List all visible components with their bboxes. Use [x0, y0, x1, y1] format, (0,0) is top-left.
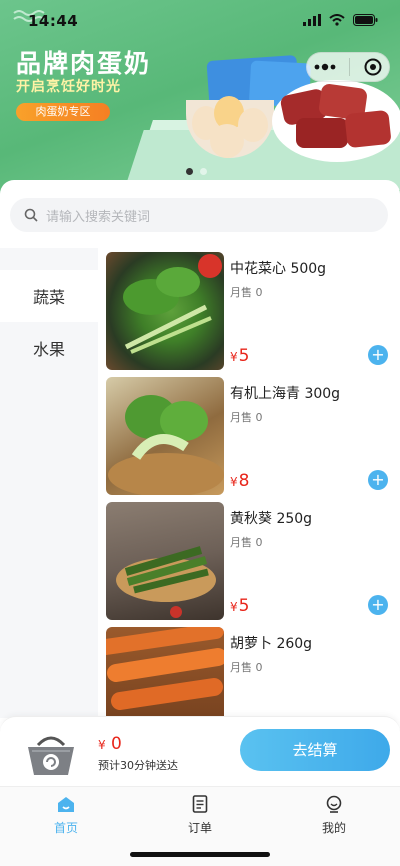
cart-total: ¥ 0 [98, 734, 122, 754]
product-item[interactable]: 中花菜心 500g 月售 0 ¥5 + [106, 252, 396, 377]
status-bar: 14:44 [0, 0, 400, 40]
meat-image [296, 118, 348, 148]
tab-label: 首页 [53, 821, 78, 835]
wifi-icon [329, 14, 345, 26]
product-item[interactable]: 有机上海青 300g 月售 0 ¥8 + [106, 377, 396, 502]
price-value: 8 [238, 471, 250, 491]
banner-subtitle: 开启烹饪好时光 [16, 79, 121, 95]
product-sales: 月售 0 [230, 411, 263, 424]
tab-profile[interactable]: 我的 [294, 795, 374, 836]
price-value: 5 [238, 346, 250, 366]
egg-image [210, 124, 244, 158]
delivery-eta: 预计30分钟送达 [98, 759, 178, 772]
capsule-divider [349, 58, 351, 76]
cart-basket-icon[interactable] [22, 731, 80, 779]
battery-icon [353, 14, 378, 26]
promo-tag-button[interactable]: 肉蛋奶专区 [16, 103, 110, 121]
banner-title: 品牌肉蛋奶 [16, 49, 152, 78]
add-to-cart-button[interactable]: + [368, 595, 388, 615]
tab-home[interactable]: 首页 [26, 795, 106, 836]
product-price: ¥8 [230, 471, 249, 491]
category-item-fruits[interactable]: 水果 [0, 322, 98, 374]
target-icon[interactable] [364, 58, 382, 76]
search-input[interactable]: 请输入搜索关键词 [10, 198, 388, 232]
product-price: ¥5 [230, 346, 249, 366]
tab-orders[interactable]: 订单 [160, 795, 240, 836]
more-icon[interactable] [314, 63, 336, 71]
meat-image [344, 109, 392, 149]
search-placeholder: 请输入搜索关键词 [46, 209, 151, 225]
add-to-cart-button[interactable]: + [368, 470, 388, 490]
product-price: ¥5 [230, 596, 249, 616]
tab-label: 订单 [187, 821, 212, 835]
carousel-dot[interactable] [200, 168, 207, 175]
category-item-vegetables[interactable]: 蔬菜 [0, 270, 98, 322]
product-name[interactable]: 黄秋葵 250g [230, 508, 312, 528]
carousel-indicator[interactable] [186, 168, 207, 175]
carousel-dot-active[interactable] [186, 168, 193, 175]
status-time: 14:44 [28, 12, 79, 30]
cart-bar: ¥ 0 预计30分钟送达 去结算 [0, 716, 400, 786]
currency-symbol: ¥ [230, 475, 238, 489]
home-indicator[interactable] [130, 852, 270, 857]
product-name[interactable]: 胡萝卜 260g [230, 633, 312, 653]
currency-symbol: ¥ [230, 600, 238, 614]
product-image[interactable] [106, 252, 224, 370]
tab-label: 我的 [321, 821, 346, 835]
add-to-cart-button[interactable]: + [368, 345, 388, 365]
product-image[interactable] [106, 502, 224, 620]
mini-program-capsule[interactable] [306, 52, 390, 82]
profile-icon [326, 795, 342, 813]
cart-total-value: 0 [111, 734, 122, 754]
product-sales: 月售 0 [230, 286, 263, 299]
home-icon [58, 797, 74, 812]
signal-icon [303, 14, 321, 26]
product-sales: 月售 0 [230, 661, 263, 674]
currency-symbol: ¥ [230, 350, 238, 364]
product-sales: 月售 0 [230, 536, 263, 549]
product-image[interactable] [106, 377, 224, 495]
search-icon [24, 208, 38, 222]
category-spacer [0, 248, 98, 270]
category-sidebar: 蔬菜 水果 [0, 248, 98, 718]
status-icons [303, 14, 378, 26]
currency-symbol: ¥ [98, 738, 106, 752]
app-screen: 品牌肉蛋奶 开启烹饪好时光 肉蛋奶专区 14:44 请输入搜索关键词 蔬菜 水果… [0, 0, 400, 866]
product-list: 中花菜心 500g 月售 0 ¥5 + 有机上海青 300g 月售 0 ¥8 + [106, 252, 396, 752]
product-name[interactable]: 中花菜心 500g [230, 258, 326, 278]
orders-icon [192, 795, 208, 813]
checkout-button[interactable]: 去结算 [240, 729, 390, 771]
price-value: 5 [238, 596, 250, 616]
product-item[interactable]: 黄秋葵 250g 月售 0 ¥5 + [106, 502, 396, 627]
product-name[interactable]: 有机上海青 300g [230, 383, 340, 403]
